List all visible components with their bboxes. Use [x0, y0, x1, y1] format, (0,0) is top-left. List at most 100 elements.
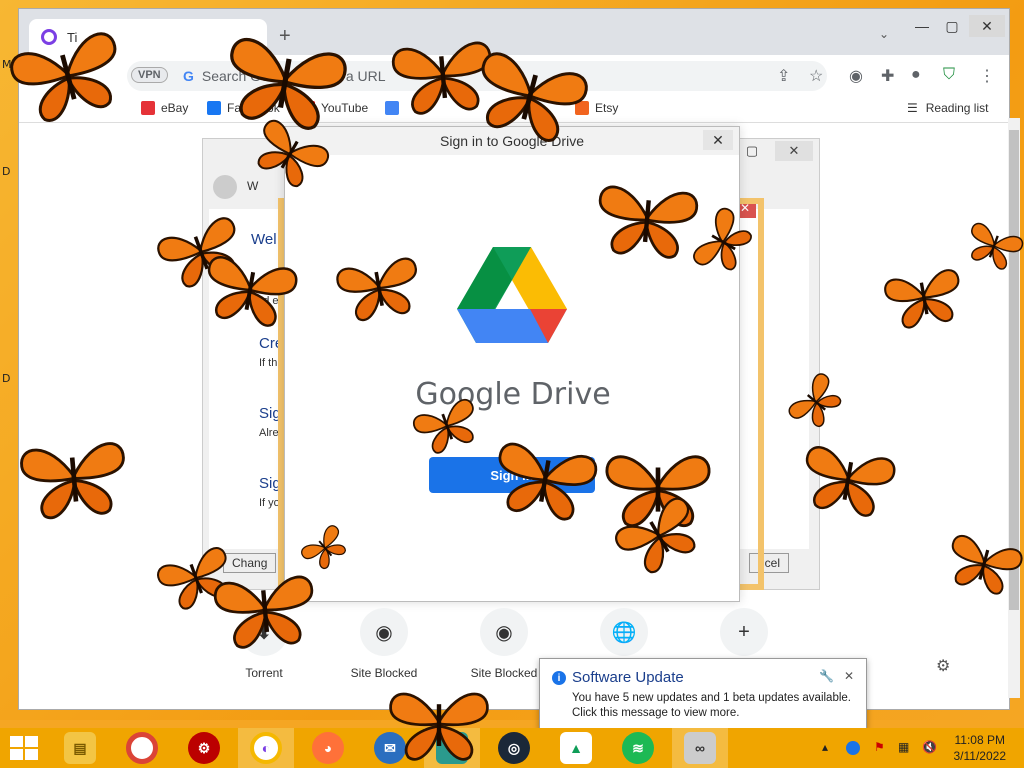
browser-tab[interactable]: Ti	[29, 19, 267, 55]
file-explorer-icon[interactable]: ▤	[64, 732, 96, 764]
tab-search-chevron-icon[interactable]: ⌄	[879, 27, 889, 41]
reading-list-label: Reading list	[925, 101, 989, 115]
create-sub: If th	[259, 357, 278, 369]
wrench-icon[interactable]: 🔧	[819, 669, 834, 683]
google-drive-signin-dialog: Sign in to Google Drive ✕ Google Drive S…	[284, 126, 740, 602]
vpn-app-icon[interactable]: ◐	[250, 732, 282, 764]
bookmark-facebook[interactable]: Facebook	[207, 101, 280, 115]
vpn-badge[interactable]: VPN	[131, 67, 168, 83]
close-window-button[interactable]: ✕	[969, 15, 1005, 37]
shield-extension-icon[interactable]: ⛉	[943, 66, 955, 84]
google-icon	[385, 101, 399, 115]
tab-strip: Ti + ⌄ — ▢ ✕	[19, 9, 1009, 55]
profile-avatar-icon[interactable]: ●	[911, 66, 921, 84]
shortcut-torrent[interactable]: ⬇ Torrent	[214, 608, 314, 680]
youtube-icon	[301, 101, 315, 115]
notification-title: Software Update	[572, 669, 684, 686]
steam-icon[interactable]: ◎	[498, 732, 530, 764]
google-drive-logo-icon	[457, 247, 567, 343]
taskbar: ▤ ⚙ ◐ ◕ ✉ ▽ ◎ ▲ ≋ ∞ ▴ ⚑ ▦ 🔇 11:08 PM 3/1…	[0, 728, 1024, 768]
signin-button[interactable]: Sign in	[429, 457, 595, 493]
menu-kebab-icon[interactable]: ⋮	[979, 66, 995, 86]
bookmark-label: eBay	[161, 101, 189, 115]
facebook-icon	[207, 101, 221, 115]
welcome-sub: and e	[251, 295, 279, 307]
google-icon: G	[183, 68, 194, 84]
bookmark-youtube[interactable]: YouTube	[301, 101, 368, 115]
reading-list-icon: ☰	[907, 101, 918, 115]
etsy-icon	[575, 101, 589, 115]
signin-sub-2: If yo	[259, 497, 280, 509]
firefox-icon[interactable]: ◕	[312, 732, 344, 764]
network-icon[interactable]: ▦	[898, 740, 909, 754]
close-icon[interactable]: ✕	[844, 669, 854, 683]
address-placeholder: Search Google or type a URL	[201, 68, 386, 84]
desktop-icon-label[interactable]: M	[2, 58, 12, 71]
software-update-notification[interactable]: i Software Update 🔧 ✕ You have 5 new upd…	[539, 658, 867, 730]
security-app-icon[interactable]: ⚙	[188, 732, 220, 764]
shortcut-site-blocked[interactable]: ◉ Site Blocked	[334, 608, 434, 680]
shortcut-label: Torrent	[245, 666, 283, 680]
bookmark-label: Etsy	[595, 101, 619, 115]
plus-icon: +	[720, 608, 768, 656]
adblock-extension-icon[interactable]: ◉	[849, 66, 863, 86]
new-tab-button[interactable]: +	[279, 25, 291, 48]
torrent-icon: ⬇	[240, 608, 288, 656]
desktop-icon-label[interactable]: D	[2, 165, 10, 178]
extensions-puzzle-icon[interactable]: ✚	[881, 66, 894, 86]
customize-sliders-icon[interactable]: ⚙	[936, 656, 950, 676]
globe-icon: 🌐	[600, 608, 648, 656]
github-icon: ◉	[360, 608, 408, 656]
volume-muted-icon[interactable]: 🔇	[922, 740, 937, 754]
tray-chevron-icon[interactable]: ▴	[822, 740, 828, 754]
notification-line: Click this message to view more.	[572, 707, 740, 719]
bookmark-google[interactable]	[385, 101, 405, 115]
share-icon[interactable]: ⇪	[777, 66, 790, 86]
bookmark-etsy[interactable]: Etsy	[575, 101, 618, 115]
page-scrollbar[interactable]	[1008, 118, 1020, 698]
spotify-icon[interactable]: ≋	[622, 732, 654, 764]
clock-date: 3/11/2022	[953, 749, 1007, 763]
welcome-heading: Wel	[251, 231, 277, 248]
tab-title: Ti	[67, 29, 78, 45]
bookmarks-bar: eBay Facebook YouTube Etsy ☰ Reading list	[19, 95, 1009, 123]
minimize-button[interactable]: —	[907, 15, 937, 37]
vpn-favicon-icon	[41, 29, 57, 45]
chrome-icon[interactable]	[126, 732, 158, 764]
dialog-title-bar: Sign in to Google Drive ✕	[285, 127, 739, 155]
clock-time: 11:08 PM	[954, 733, 1005, 747]
network-app-icon[interactable]: ∞	[684, 732, 716, 764]
address-bar[interactable]: G Search Google or type a URL	[127, 61, 827, 91]
bookmark-label: Facebook	[227, 101, 280, 115]
signin-sub: Alre	[259, 427, 279, 439]
info-icon: i	[552, 671, 566, 685]
google-drive-icon[interactable]: ▲	[560, 732, 592, 764]
notification-body: You have 5 new updates and 1 beta update…	[572, 691, 851, 721]
product-name: Google Drive	[415, 377, 611, 412]
reading-list-button[interactable]: ☰ Reading list	[907, 101, 988, 115]
desktop-icon-label[interactable]: D	[2, 372, 10, 385]
scroll-thumb[interactable]	[1009, 130, 1019, 610]
windows-start-icon[interactable]	[10, 736, 38, 760]
change-button[interactable]: Chang	[223, 553, 277, 573]
action-center-flag-icon[interactable]: ⚑	[874, 740, 885, 754]
bookmark-ebay[interactable]: eBay	[141, 101, 188, 115]
update-tray-icon[interactable]	[846, 741, 860, 755]
bookmark-label: YouTube	[321, 101, 369, 115]
back-arrow-icon[interactable]: ←	[31, 65, 49, 86]
thunderbird-icon[interactable]: ✉	[374, 732, 406, 764]
browser-toolbar: ← G Search Google or type a URL VPN ⇪ ☆ …	[19, 55, 1009, 95]
bookmark-star-icon[interactable]: ☆	[809, 66, 823, 86]
ebay-icon	[141, 101, 155, 115]
refresh-icon[interactable]	[213, 175, 237, 199]
notification-line: You have 5 new updates and 1 beta update…	[572, 692, 851, 704]
clock[interactable]: 11:08 PM 3/11/2022	[954, 732, 1007, 764]
dialog-close-button[interactable]: ✕	[775, 141, 813, 161]
dialog-close-button[interactable]: ✕	[703, 130, 733, 150]
address-text: W	[247, 179, 259, 193]
github-icon: ◉	[480, 608, 528, 656]
maximize-button[interactable]: ▢	[937, 15, 967, 37]
shortcut-label: Site Blocked	[350, 666, 418, 680]
dialog-title: Sign in to Google Drive	[440, 133, 584, 149]
protonvpn-icon[interactable]: ▽	[436, 732, 468, 764]
